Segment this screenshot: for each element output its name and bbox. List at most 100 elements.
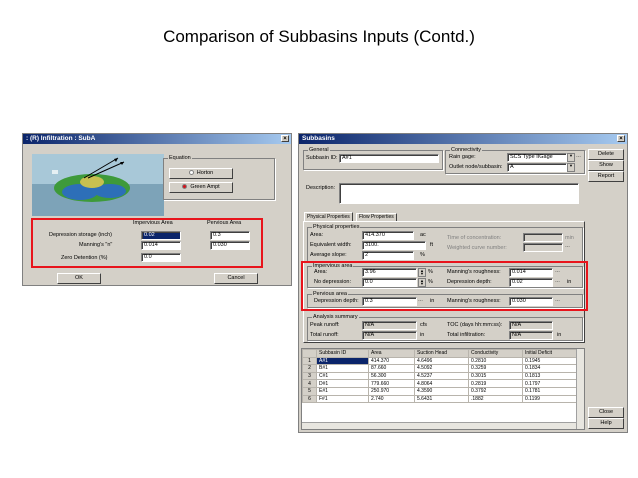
- horizontal-scrollbar[interactable]: [302, 422, 576, 429]
- conductivity-cell[interactable]: 0.2819: [468, 379, 523, 388]
- area-unit: ac: [420, 232, 426, 238]
- imp-manning-input[interactable]: 0.014: [509, 268, 553, 277]
- suction-head-cell[interactable]: 4.3590: [414, 386, 469, 396]
- rain-gage-browse-button[interactable]: …: [576, 153, 586, 162]
- column-header[interactable]: Initial Deficit: [522, 349, 577, 358]
- outlet-select[interactable]: A: [507, 163, 567, 172]
- perv-dep-browse-button[interactable]: …: [418, 297, 428, 306]
- close-button[interactable]: ×: [281, 135, 289, 142]
- subbasin-id-cell[interactable]: C#1: [316, 371, 369, 381]
- analysis-label: Analysis summary: [312, 314, 359, 321]
- report-button[interactable]: Report: [588, 171, 624, 182]
- radio-icon: [188, 170, 194, 176]
- area-cell[interactable]: 56.300: [368, 371, 415, 381]
- equation-label: Equation: [168, 155, 192, 162]
- suction-head-cell[interactable]: 5.6431: [414, 394, 469, 404]
- pervious-manning-input[interactable]: 0.030: [210, 241, 250, 250]
- vertical-scrollbar[interactable]: [576, 349, 584, 429]
- subbasin-id-cell[interactable]: E#1: [316, 386, 369, 396]
- imp-area-label: Area:: [314, 269, 328, 275]
- zero-detention-input[interactable]: 0.0: [141, 253, 181, 262]
- width-input[interactable]: 3100.: [362, 241, 426, 250]
- width-unit: ft: [430, 242, 434, 248]
- tab-physical-properties[interactable]: Physical Properties: [304, 212, 353, 221]
- help-button[interactable]: Help: [588, 418, 624, 429]
- area-cell[interactable]: 414.370: [368, 356, 415, 366]
- subbasin-id-cell[interactable]: D#1: [316, 379, 369, 388]
- area-cell[interactable]: 250.970: [368, 386, 415, 396]
- subbasin-id-cell[interactable]: B#1: [316, 364, 369, 373]
- subbasin-id-cell[interactable]: A#1: [316, 356, 369, 366]
- perv-dep-label: Depression depth:: [314, 298, 359, 304]
- pervious-col-label: Pervious Area: [207, 220, 242, 226]
- horton-option[interactable]: Horton: [169, 168, 233, 179]
- initial-deficit-cell[interactable]: 0.1834: [522, 364, 577, 373]
- initial-deficit-cell[interactable]: 0.1199: [522, 394, 577, 404]
- close-icon[interactable]: ×: [617, 135, 625, 142]
- toc-label: Time of concentration:: [447, 235, 502, 241]
- suction-head-cell[interactable]: 4.8064: [414, 379, 469, 388]
- depression-storage-label: Depression storage (inch): [49, 232, 112, 238]
- slope-label: Average slope:: [310, 252, 347, 258]
- ok-button[interactable]: OK: [57, 273, 101, 284]
- perv-manning-input[interactable]: 0.030: [509, 297, 553, 306]
- no-dep-input[interactable]: 0.0: [362, 278, 417, 287]
- cancel-button[interactable]: Cancel: [214, 273, 258, 284]
- slope-input[interactable]: 2: [362, 251, 414, 260]
- rain-gage-select[interactable]: SCS Type IIGage: [507, 153, 567, 162]
- suction-head-cell[interactable]: 4.5237: [414, 371, 469, 381]
- perv-dep-input[interactable]: 0.3: [362, 297, 417, 306]
- initial-deficit-cell[interactable]: 0.1797: [522, 379, 577, 388]
- impervious-manning-input[interactable]: 0.014: [141, 241, 181, 250]
- table-row[interactable]: 5 E#1 250.970 4.3590 0.3792 0.1781: [302, 386, 577, 396]
- imp-dep-browse-button[interactable]: …: [555, 278, 565, 287]
- suction-head-cell[interactable]: 4.6496: [414, 356, 469, 366]
- suction-head-cell[interactable]: 4.5092: [414, 364, 469, 373]
- pervious-depression-input[interactable]: 0.3: [210, 231, 250, 240]
- subbasin-id-cell[interactable]: F#1: [316, 394, 369, 404]
- area-cell[interactable]: 779.660: [368, 379, 415, 388]
- column-header[interactable]: Conductivity: [468, 349, 523, 358]
- area-input[interactable]: 414.370: [362, 231, 414, 240]
- chevron-down-icon[interactable]: ▼: [567, 153, 575, 162]
- close-button[interactable]: Close: [588, 407, 624, 418]
- perv-manning-browse-button[interactable]: …: [555, 297, 565, 306]
- delete-button[interactable]: Delete: [588, 149, 624, 160]
- table-row[interactable]: 2 B#1 87.660 4.5092 0.3259 0.1834: [302, 364, 577, 373]
- table-row[interactable]: 6 F#1 2.740 5.6431.1882 0.1199: [302, 394, 577, 404]
- show-button[interactable]: Show: [588, 160, 624, 171]
- column-header[interactable]: Area: [368, 349, 415, 358]
- table-row[interactable]: 3 C#1 56.300 4.5237 0.3015 0.1813: [302, 371, 577, 381]
- column-header[interactable]: Subbasin ID: [316, 349, 369, 358]
- imp-area-input[interactable]: 3.96: [362, 268, 417, 277]
- imp-dep-input[interactable]: 0.02: [509, 278, 553, 287]
- table-row[interactable]: 1 A#1 414.370 4.6496 0.2810 0.1945: [302, 356, 577, 366]
- equation-group: Equation: [163, 155, 275, 200]
- wcn-browse-button[interactable]: …: [565, 243, 575, 252]
- area-cell[interactable]: 87.660: [368, 364, 415, 373]
- wcn-label: Weighted curve number:: [447, 245, 507, 251]
- description-input[interactable]: [339, 183, 579, 204]
- conductivity-cell[interactable]: .1882: [468, 394, 523, 404]
- initial-deficit-cell[interactable]: 0.1813: [522, 371, 577, 381]
- no-dep-label: No depression:: [314, 279, 351, 285]
- column-header[interactable]: Suction Head: [414, 349, 469, 358]
- chevron-down-icon[interactable]: ▼: [567, 163, 575, 172]
- conductivity-cell[interactable]: 0.3015: [468, 371, 523, 381]
- tab-flow-properties[interactable]: Flow Properties: [356, 213, 397, 221]
- impervious-depression-input[interactable]: 0.02: [141, 231, 181, 240]
- pervious-label: Pervious area: [312, 291, 348, 298]
- imp-area-spinner[interactable]: ▲ ▼: [418, 268, 426, 277]
- area-label: Area:: [310, 232, 324, 238]
- conductivity-cell[interactable]: 0.3792: [468, 386, 523, 396]
- imp-manning-browse-button[interactable]: …: [555, 268, 565, 277]
- no-dep-spinner[interactable]: ▲ ▼: [418, 278, 426, 287]
- initial-deficit-cell[interactable]: 0.1945: [522, 356, 577, 366]
- table-row[interactable]: 4 D#1 779.660 4.8064 0.2819 0.1797: [302, 379, 577, 388]
- green-ampt-option[interactable]: Green Ampt: [169, 182, 233, 193]
- area-cell[interactable]: 2.740: [368, 394, 415, 404]
- conductivity-cell[interactable]: 0.3259: [468, 364, 523, 373]
- subbasin-id-input[interactable]: A#1: [339, 154, 439, 163]
- conductivity-cell[interactable]: 0.2810: [468, 356, 523, 366]
- initial-deficit-cell[interactable]: 0.1781: [522, 386, 577, 396]
